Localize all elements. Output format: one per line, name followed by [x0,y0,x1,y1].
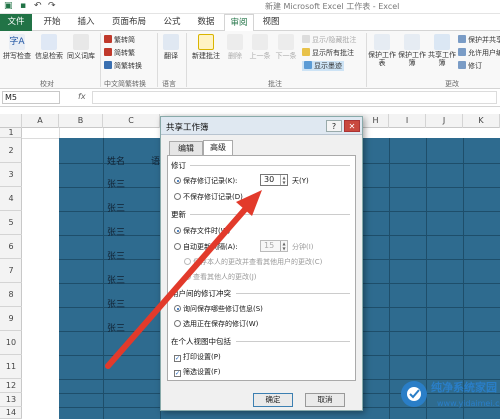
annotation-arrow-icon [105,190,262,369]
site-watermark: 纯净系统家园 www.yidaimei.com [395,375,500,419]
watermark-logo-icon [401,381,427,407]
watermark-title: 纯净系统家园 [431,381,497,394]
watermark-url: www.yidaimei.com [437,399,500,408]
